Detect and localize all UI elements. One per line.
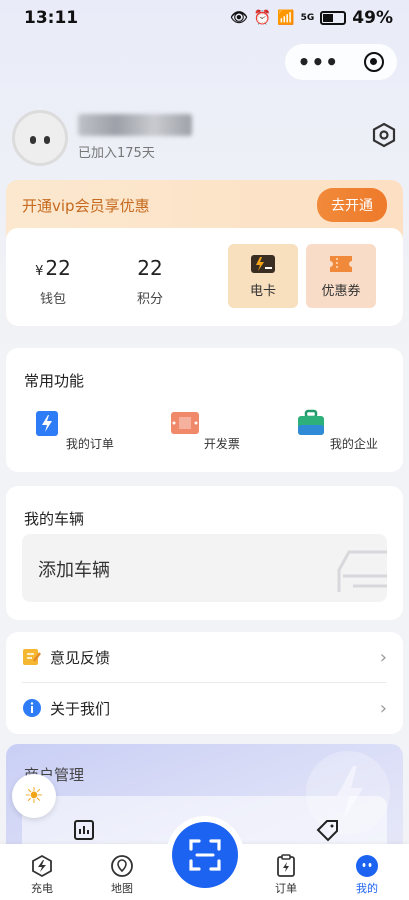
add-vehicle-label: 添加车辆 [38,560,110,581]
vip-banner-text: 开通vip会员享优惠 [22,196,150,215]
tab-label: 充电 [31,882,53,895]
chevron-right-icon: › [379,697,387,719]
elec-card-icon [251,254,275,273]
price-tag-icon[interactable] [315,818,341,844]
miniprogram-capsule: ••• [285,44,397,80]
profile-face-icon [356,855,378,877]
coupon-label: 优惠券 [321,283,361,299]
joined-days: 已加入175天 [78,146,155,161]
order-icon [36,411,59,436]
points-stat[interactable]: 22 积分 [115,256,185,307]
theme-toggle-button[interactable]: ☀ [12,774,56,818]
tab-orders[interactable]: 订单 [256,854,316,896]
tab-label: 订单 [275,882,297,895]
tab-bar: 充电 地图 订单 我的 [0,816,409,900]
scan-button-wrap [166,816,244,894]
battery-percent: 49% [352,8,393,28]
wallet-label: 钱包 [39,292,66,307]
func-invoice[interactable]: 开发票 [160,408,250,452]
wallet-panel: ¥22 钱包 22 积分 电卡 优惠券 [6,228,403,326]
nickname-blurred [78,114,192,136]
my-vehicles-card: 我的车辆 添加车辆 [6,486,403,620]
info-icon [23,699,41,717]
scan-icon [189,839,221,871]
alarm-icon: ⏰ [253,10,272,26]
common-functions-card: 常用功能 我的订单 开发票 我的企业 [6,348,403,472]
feedback-icon [23,649,41,665]
tab-map[interactable]: 地图 [92,854,152,896]
elec-card-tile[interactable]: 电卡 [228,244,298,308]
func-label: 开发票 [203,437,240,451]
status-icons: 👁 ⏰ 📶 5G 49% [230,8,393,28]
avatar-eye-icon [30,136,36,144]
charge-icon [32,854,52,878]
settings-icon[interactable] [371,122,397,148]
points-value: 22 [137,256,163,280]
wallet-value: 22 [45,256,71,280]
invoice-icon [171,412,200,434]
enterprise-icon [298,409,325,435]
scan-button[interactable] [172,822,238,888]
tab-label: 地图 [111,882,133,895]
target-icon[interactable] [364,52,385,72]
vip-banner[interactable]: 开通vip会员享优惠 去开通 [6,180,403,230]
coupon-icon [330,255,352,272]
sun-icon: ☀ [24,783,44,809]
network-type: 5G [300,13,315,23]
car-watermark-icon [337,550,387,592]
tab-mine[interactable]: 我的 [337,854,397,896]
status-time: 13:11 [24,8,79,28]
map-pin-icon [111,855,133,877]
avatar[interactable] [12,110,68,166]
func-label: 我的企业 [329,437,378,451]
add-vehicle-button[interactable]: 添加车辆 [22,534,387,602]
tab-label: 我的 [356,882,378,895]
menu-list-card: 意见反馈 › 关于我们 › [6,632,403,734]
common-functions-title: 常用功能 [24,372,85,390]
wallet-stat[interactable]: ¥22 钱包 [18,256,88,307]
feedback-row[interactable]: 意见反馈 › [6,632,403,682]
vip-open-button[interactable]: 去开通 [317,188,387,222]
feedback-label: 意见反馈 [50,648,111,667]
more-dots-icon[interactable]: ••• [298,50,339,74]
elec-card-label: 电卡 [249,283,276,299]
tab-charge[interactable]: 充电 [12,854,72,896]
vip-wallet-card: 开通vip会员享优惠 去开通 ¥22 钱包 22 积分 电卡 优惠券 [6,180,403,326]
my-vehicles-title: 我的车辆 [24,510,85,528]
stats-icon[interactable] [74,820,94,840]
about-row[interactable]: 关于我们 › [6,683,403,733]
orders-icon [277,854,295,877]
chevron-right-icon: › [379,646,387,668]
func-my-enterprise[interactable]: 我的企业 [292,408,382,452]
points-label: 积分 [136,292,163,307]
battery-icon [320,11,347,25]
func-label: 我的订单 [65,437,114,451]
currency-symbol: ¥ [35,264,44,279]
profile-header: 已加入175天 [12,110,397,166]
status-bar: 13:11 👁 ⏰ 📶 5G 49% [0,0,409,36]
about-label: 关于我们 [50,699,111,718]
wifi-icon: 📶 [277,10,295,26]
func-my-orders[interactable]: 我的订单 [28,408,118,452]
avatar-eye-icon [44,136,50,144]
eye-icon: 👁 [229,10,248,26]
coupon-tile[interactable]: 优惠券 [306,244,376,308]
